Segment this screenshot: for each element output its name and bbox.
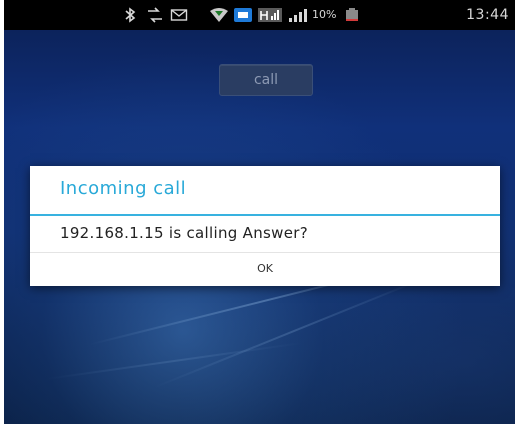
incoming-call-dialog: Incoming call 192.168.1.15 is calling An…	[30, 166, 500, 286]
email-icon	[170, 7, 188, 23]
status-clock: 13:44	[466, 7, 509, 23]
call-button[interactable]: call	[219, 64, 313, 96]
dialog-title: Incoming call	[60, 178, 187, 199]
status-bar: 10% 13:44	[4, 0, 515, 30]
app-notification-icon	[233, 7, 253, 23]
bluetooth-icon	[124, 7, 136, 23]
phone-screen: 10% 13:44 call Incoming call 192.168.1.1…	[4, 0, 515, 424]
battery-percent: 10%	[312, 8, 337, 21]
battery-icon	[344, 7, 360, 23]
wallpaper-light-streak	[45, 341, 303, 381]
ok-button-label: OK	[257, 262, 273, 275]
wallpaper-light-streak	[154, 273, 434, 389]
ok-button[interactable]: OK	[30, 252, 500, 286]
wifi-icon	[209, 7, 229, 23]
signal-h-icon	[257, 7, 283, 23]
data-transfer-icon	[146, 7, 164, 23]
call-button-label: call	[253, 72, 279, 88]
dialog-title-divider	[30, 214, 500, 216]
dialog-message: 192.168.1.15 is calling Answer?	[60, 224, 308, 242]
signal-strength-icon	[288, 7, 310, 23]
